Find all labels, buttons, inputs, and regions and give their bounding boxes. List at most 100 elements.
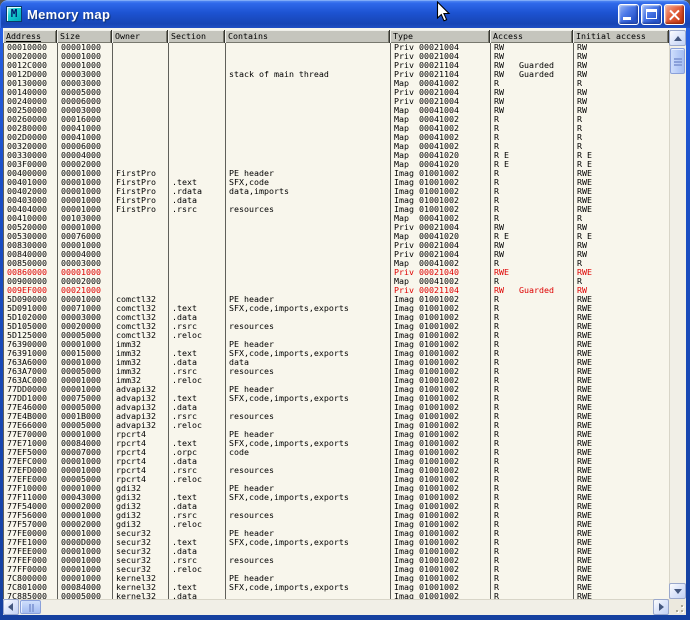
cell-access: R bbox=[491, 187, 574, 196]
table-row[interactable]: 77F1000000001000gdi32PE headerImag 01001… bbox=[4, 484, 670, 493]
cell-size: 00003000 bbox=[58, 70, 113, 79]
table-row[interactable]: 0002000000001000Priv 00021004RWRW bbox=[4, 52, 670, 61]
table-row[interactable]: 77FE10000000D000secur32.textSFX,code,imp… bbox=[4, 538, 670, 547]
table-row[interactable]: 0032000000006000Map 00041002RR bbox=[4, 142, 670, 151]
column-header-section[interactable]: Section bbox=[168, 30, 225, 43]
table-row[interactable]: 5D09100000071000comctl32.textSFX,code,im… bbox=[4, 304, 670, 313]
table-row[interactable]: 77F5400000002000gdi32.dataImag 01001002R… bbox=[4, 502, 670, 511]
table-row[interactable]: 0041000000103000Map 00041002RR bbox=[4, 214, 670, 223]
table-row[interactable]: 77F5600000001000gdi32.rsrcresourcesImag … bbox=[4, 511, 670, 520]
table-row[interactable]: 77FF000000001000secur32.relocImag 010010… bbox=[4, 565, 670, 574]
scroll-right-button[interactable] bbox=[653, 599, 669, 615]
table-row[interactable]: 0040400000001000FirstPro.rsrcresourcesIm… bbox=[4, 205, 670, 214]
cell-access: R bbox=[491, 511, 574, 520]
table-row[interactable]: 0040200000001000FirstPro.rdatadata,impor… bbox=[4, 187, 670, 196]
cell-owner: advapi32 bbox=[113, 421, 169, 430]
table-row[interactable]: 763A600000001000imm32.datadataImag 01001… bbox=[4, 358, 670, 367]
cell-section: .text bbox=[169, 394, 226, 403]
table-row[interactable]: 0012D00000003000stack of main threadPriv… bbox=[4, 70, 670, 79]
column-header-contains[interactable]: Contains bbox=[225, 30, 390, 43]
cell-address: 00840000 bbox=[4, 250, 58, 259]
table-row[interactable]: 77EFE00000005000rpcrt4.relocImag 0100100… bbox=[4, 475, 670, 484]
table-row[interactable]: 77E4B0000001B000advapi32.rsrcresourcesIm… bbox=[4, 412, 670, 421]
table-row[interactable]: 7C80100000084000kernel32.textSFX,code,im… bbox=[4, 583, 670, 592]
table-row[interactable]: 0090000000002000Map 00041002RR bbox=[4, 277, 670, 286]
table-row[interactable]: 009EF00000021000Priv 00021104RW GuardedR… bbox=[4, 286, 670, 295]
table-row[interactable]: 77EF500000007000rpcrt4.orpccodeImag 0100… bbox=[4, 448, 670, 457]
table-row[interactable]: 77DD100000075000advapi32.textSFX,code,im… bbox=[4, 394, 670, 403]
vertical-scrollbar[interactable] bbox=[669, 30, 686, 599]
table-row[interactable]: 77E4600000005000advapi32.dataImag 010010… bbox=[4, 403, 670, 412]
table-row[interactable]: 0085000000003000Map 00041002RR bbox=[4, 259, 670, 268]
table-row[interactable]: 77F1100000043000gdi32.textSFX,code,impor… bbox=[4, 493, 670, 502]
cell-contains bbox=[226, 97, 391, 106]
cell-contains bbox=[226, 61, 391, 70]
table-row[interactable]: 0040300000001000FirstPro.dataImag 010010… bbox=[4, 196, 670, 205]
table-row[interactable]: 77FEF00000001000secur32.rsrcresourcesIma… bbox=[4, 556, 670, 565]
table-row[interactable]: 0028000000041000Map 00041002RR bbox=[4, 124, 670, 133]
minimize-button[interactable] bbox=[618, 4, 639, 25]
cell-contains: SFX,code,imports,exports bbox=[226, 439, 391, 448]
table-row[interactable]: 0024000000006000Priv 00021004RWRW bbox=[4, 97, 670, 106]
column-header-size[interactable]: Size bbox=[57, 30, 112, 43]
cell-type: Imag 01001002 bbox=[391, 169, 491, 178]
table-row[interactable]: 0040000000001000FirstProPE headerImag 01… bbox=[4, 169, 670, 178]
table-row[interactable]: 0086000000001000Priv 00021040RWERWE bbox=[4, 268, 670, 277]
scroll-down-button[interactable] bbox=[669, 583, 686, 599]
close-button[interactable] bbox=[664, 4, 685, 25]
cell-access: RW bbox=[491, 223, 574, 232]
table-row[interactable]: 0052000000001000Priv 00021004RWRW bbox=[4, 223, 670, 232]
table-row[interactable]: 0084000000004000Priv 00021004RWRW bbox=[4, 250, 670, 259]
table-row[interactable]: 0012C00000001000Priv 00021104RW GuardedR… bbox=[4, 61, 670, 70]
table-row[interactable]: 763AC00000001000imm32.relocImag 01001002… bbox=[4, 376, 670, 385]
table-row[interactable]: 5D12500000005000comctl32.relocImag 01001… bbox=[4, 331, 670, 340]
table-row[interactable]: 002D000000041000Map 00041002RR bbox=[4, 133, 670, 142]
resize-grip[interactable] bbox=[669, 599, 686, 615]
table-row[interactable]: 77EFD00000001000rpcrt4.rsrcresourcesImag… bbox=[4, 466, 670, 475]
column-header-owner[interactable]: Owner bbox=[112, 30, 168, 43]
column-header-type[interactable]: Type bbox=[390, 30, 490, 43]
table-row[interactable]: 77E6600000005000advapi32.relocImag 01001… bbox=[4, 421, 670, 430]
column-header-initial-access[interactable]: Initial access bbox=[573, 30, 669, 43]
horizontal-scrollbar[interactable] bbox=[3, 599, 669, 615]
table-row[interactable]: 5D10200000003000comctl32.dataImag 010010… bbox=[4, 313, 670, 322]
cell-address: 00250000 bbox=[4, 106, 58, 115]
table-row[interactable]: 7C80000000001000kernel32PE headerImag 01… bbox=[4, 574, 670, 583]
cell-size: 00043000 bbox=[58, 493, 113, 502]
title-bar[interactable]: M Memory map bbox=[0, 0, 690, 28]
cell-type: Map 00041002 bbox=[391, 115, 491, 124]
table-row[interactable]: 0013000000003000Map 00041002RR bbox=[4, 79, 670, 88]
table-row[interactable]: 0033000000004000Map 00041020R ER E bbox=[4, 151, 670, 160]
table-row[interactable]: 0025000000003000Map 00041004RWRW bbox=[4, 106, 670, 115]
table-row[interactable]: 0053000000076000Map 00041020R ER E bbox=[4, 232, 670, 241]
table-row[interactable]: 5D09000000001000comctl32PE headerImag 01… bbox=[4, 295, 670, 304]
table-row[interactable]: 0026000000016000Map 00041002RR bbox=[4, 115, 670, 124]
table-row[interactable]: 77E7000000001000rpcrt4PE headerImag 0100… bbox=[4, 430, 670, 439]
table-row[interactable]: 77FE000000001000secur32PE headerImag 010… bbox=[4, 529, 670, 538]
table-row[interactable]: 7639000000001000imm32PE headerImag 01001… bbox=[4, 340, 670, 349]
table-row[interactable]: 0040100000001000FirstPro.textSFX,codeIma… bbox=[4, 178, 670, 187]
horizontal-scrollbar-thumb[interactable] bbox=[20, 600, 41, 614]
table-row[interactable]: 77EFC00000001000rpcrt4.dataImag 01001002… bbox=[4, 457, 670, 466]
column-header-access[interactable]: Access bbox=[490, 30, 573, 43]
table-row[interactable]: 763A700000005000imm32.rsrcresourcesImag … bbox=[4, 367, 670, 376]
table-row[interactable]: 77E7100000084000rpcrt4.textSFX,code,impo… bbox=[4, 439, 670, 448]
table-row[interactable]: 77F5700000002000gdi32.relocImag 01001002… bbox=[4, 520, 670, 529]
cell-size: 00001000 bbox=[58, 529, 113, 538]
column-header-address[interactable]: Address bbox=[3, 30, 57, 43]
table-row[interactable]: 7639100000015000imm32.textSFX,code,impor… bbox=[4, 349, 670, 358]
table-row[interactable]: 77FEE00000001000secur32.dataImag 0100100… bbox=[4, 547, 670, 556]
scroll-up-button[interactable] bbox=[669, 30, 686, 46]
scroll-left-button[interactable] bbox=[3, 599, 19, 615]
table-row[interactable]: 7C88500000005000kernel32.dataImag 010010… bbox=[4, 592, 670, 599]
cell-size: 00005000 bbox=[58, 403, 113, 412]
table-row[interactable]: 77DD000000001000advapi32PE headerImag 01… bbox=[4, 385, 670, 394]
table-row[interactable]: 0001000000001000Priv 00021004RWRW bbox=[4, 43, 670, 52]
maximize-button[interactable] bbox=[641, 4, 662, 25]
cell-type: Imag 01001002 bbox=[391, 313, 491, 322]
vertical-scrollbar-thumb[interactable] bbox=[670, 48, 685, 74]
table-row[interactable]: 0083000000001000Priv 00021004RWRW bbox=[4, 241, 670, 250]
table-row[interactable]: 0014000000005000Priv 00021004RWRW bbox=[4, 88, 670, 97]
table-row[interactable]: 003F000000002000Map 00041020R ER E bbox=[4, 160, 670, 169]
table-row[interactable]: 5D10500000020000comctl32.rsrcresourcesIm… bbox=[4, 322, 670, 331]
